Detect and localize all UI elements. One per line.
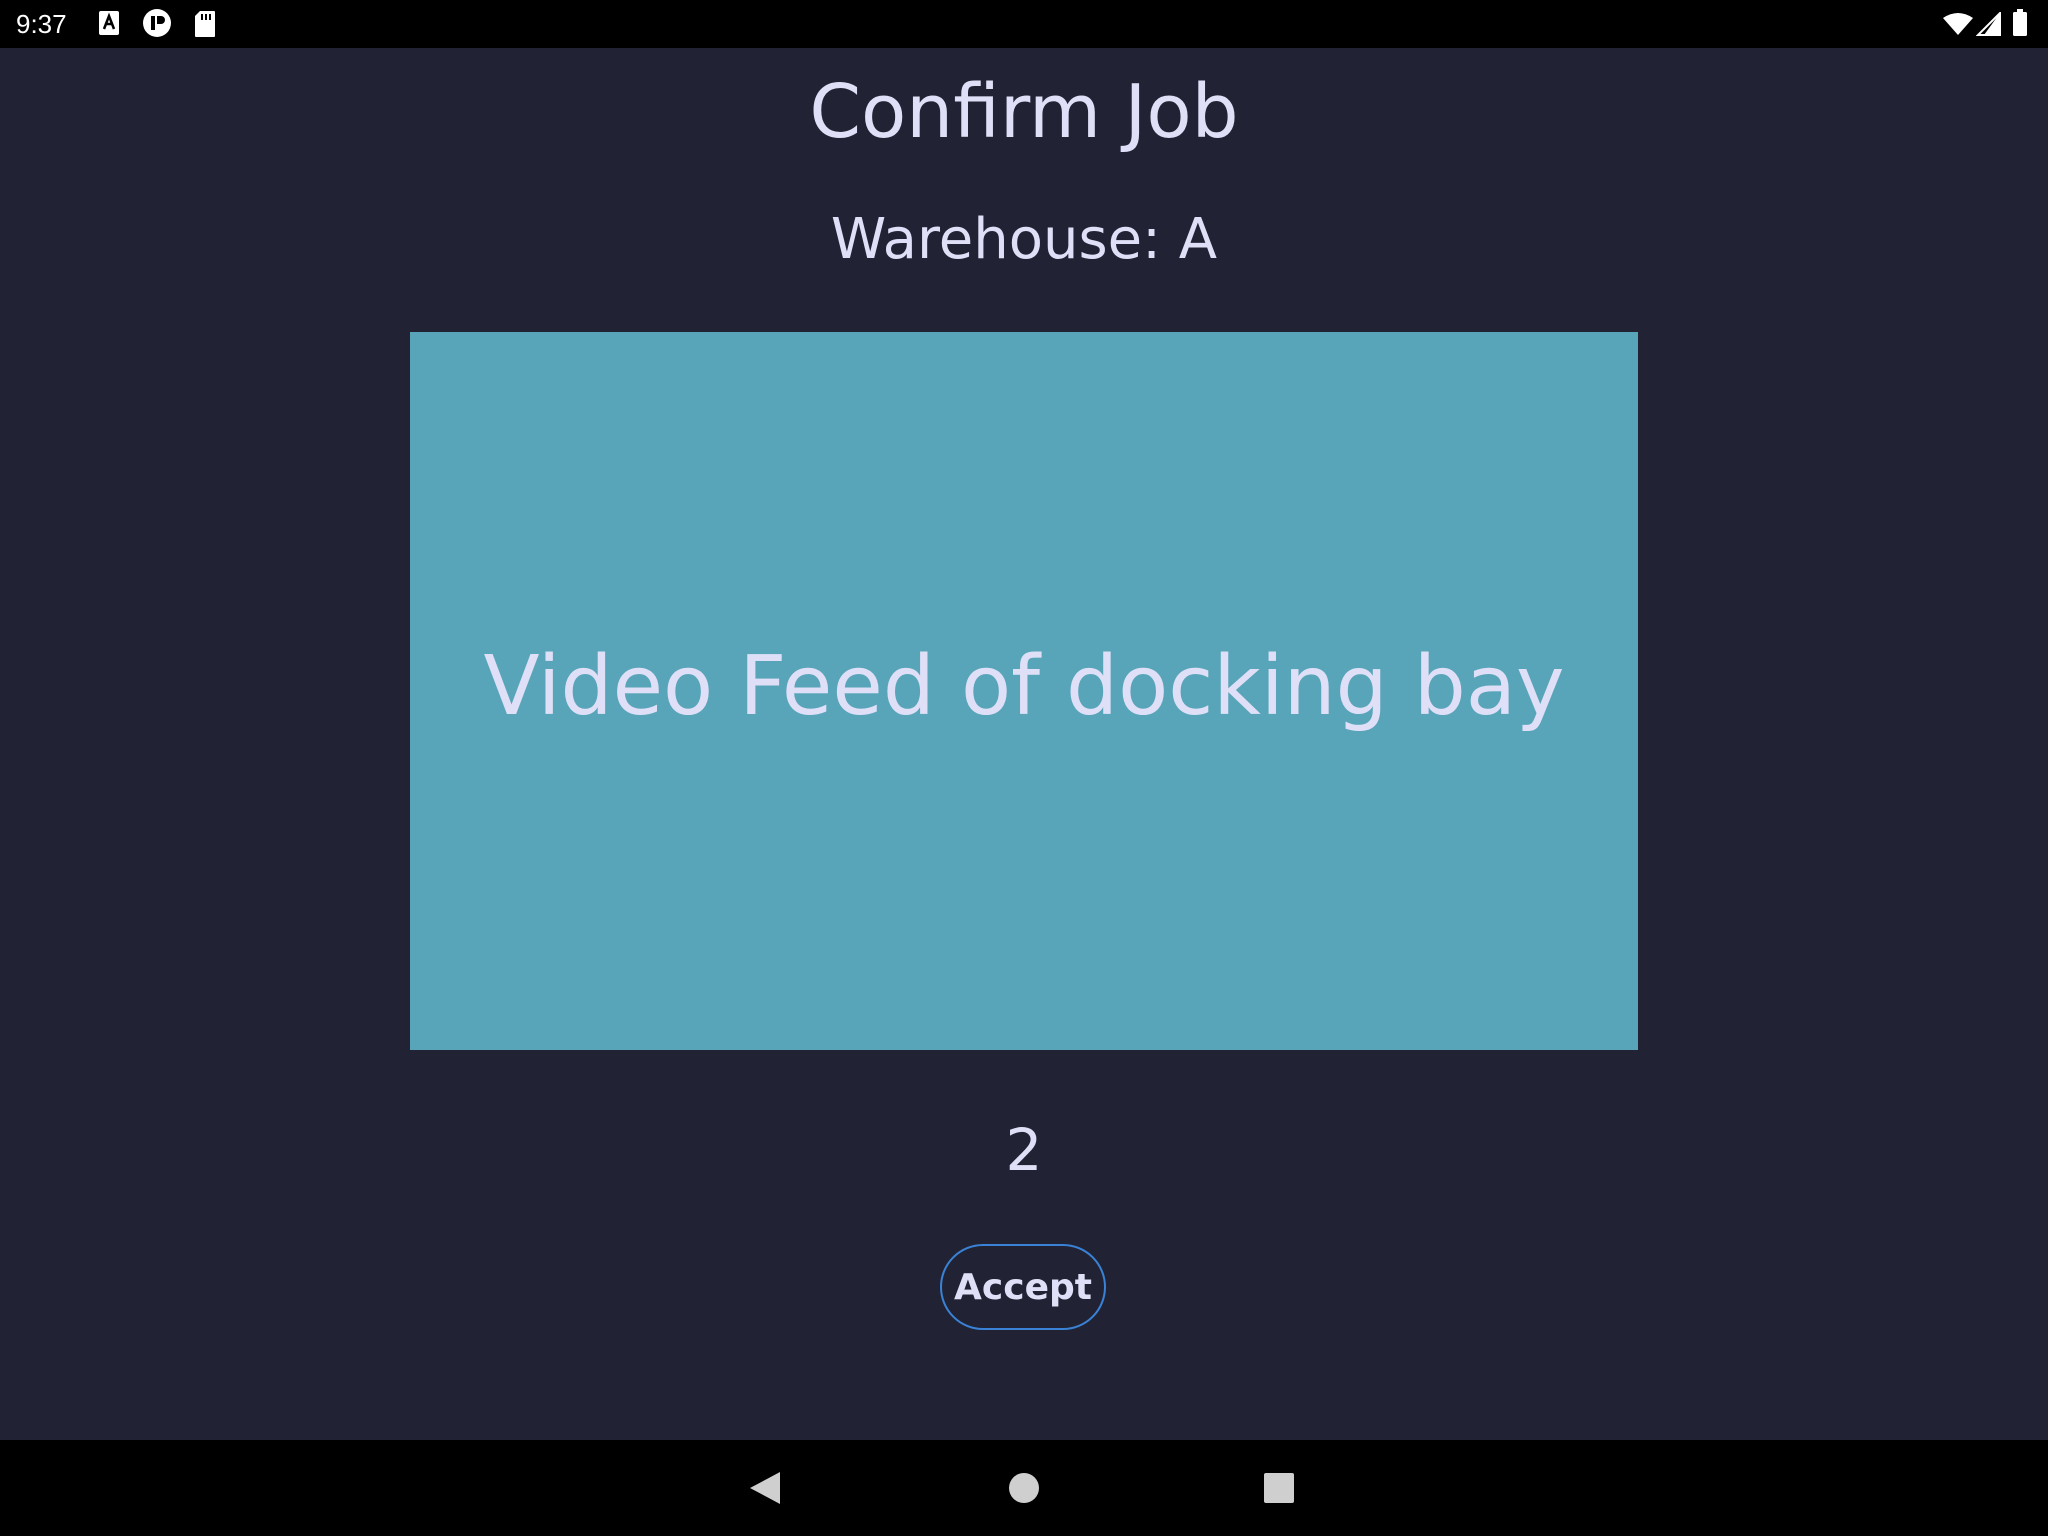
font-a-icon (98, 10, 120, 40)
status-bar: 9:37 (0, 0, 2048, 48)
back-icon[interactable] (748, 1470, 782, 1510)
page-title: Confirm Job (809, 69, 1239, 155)
navigation-bar (0, 1440, 2048, 1536)
circle-notification-icon (142, 8, 172, 42)
job-count: 2 (1005, 1116, 1043, 1184)
warehouse-label: Warehouse: A (830, 207, 1218, 272)
recents-icon[interactable] (1264, 1473, 1294, 1507)
video-feed-label: Video Feed of docking bay (483, 638, 1565, 734)
signal-icon (1975, 10, 2002, 40)
home-icon[interactable] (1008, 1472, 1040, 1508)
video-feed-panel: Video Feed of docking bay (410, 332, 1638, 1050)
status-time: 9:37 (16, 9, 67, 39)
sd-card-icon (194, 10, 216, 42)
wifi-icon (1942, 12, 1974, 40)
accept-button[interactable]: Accept (940, 1244, 1106, 1330)
battery-icon (2012, 9, 2028, 41)
